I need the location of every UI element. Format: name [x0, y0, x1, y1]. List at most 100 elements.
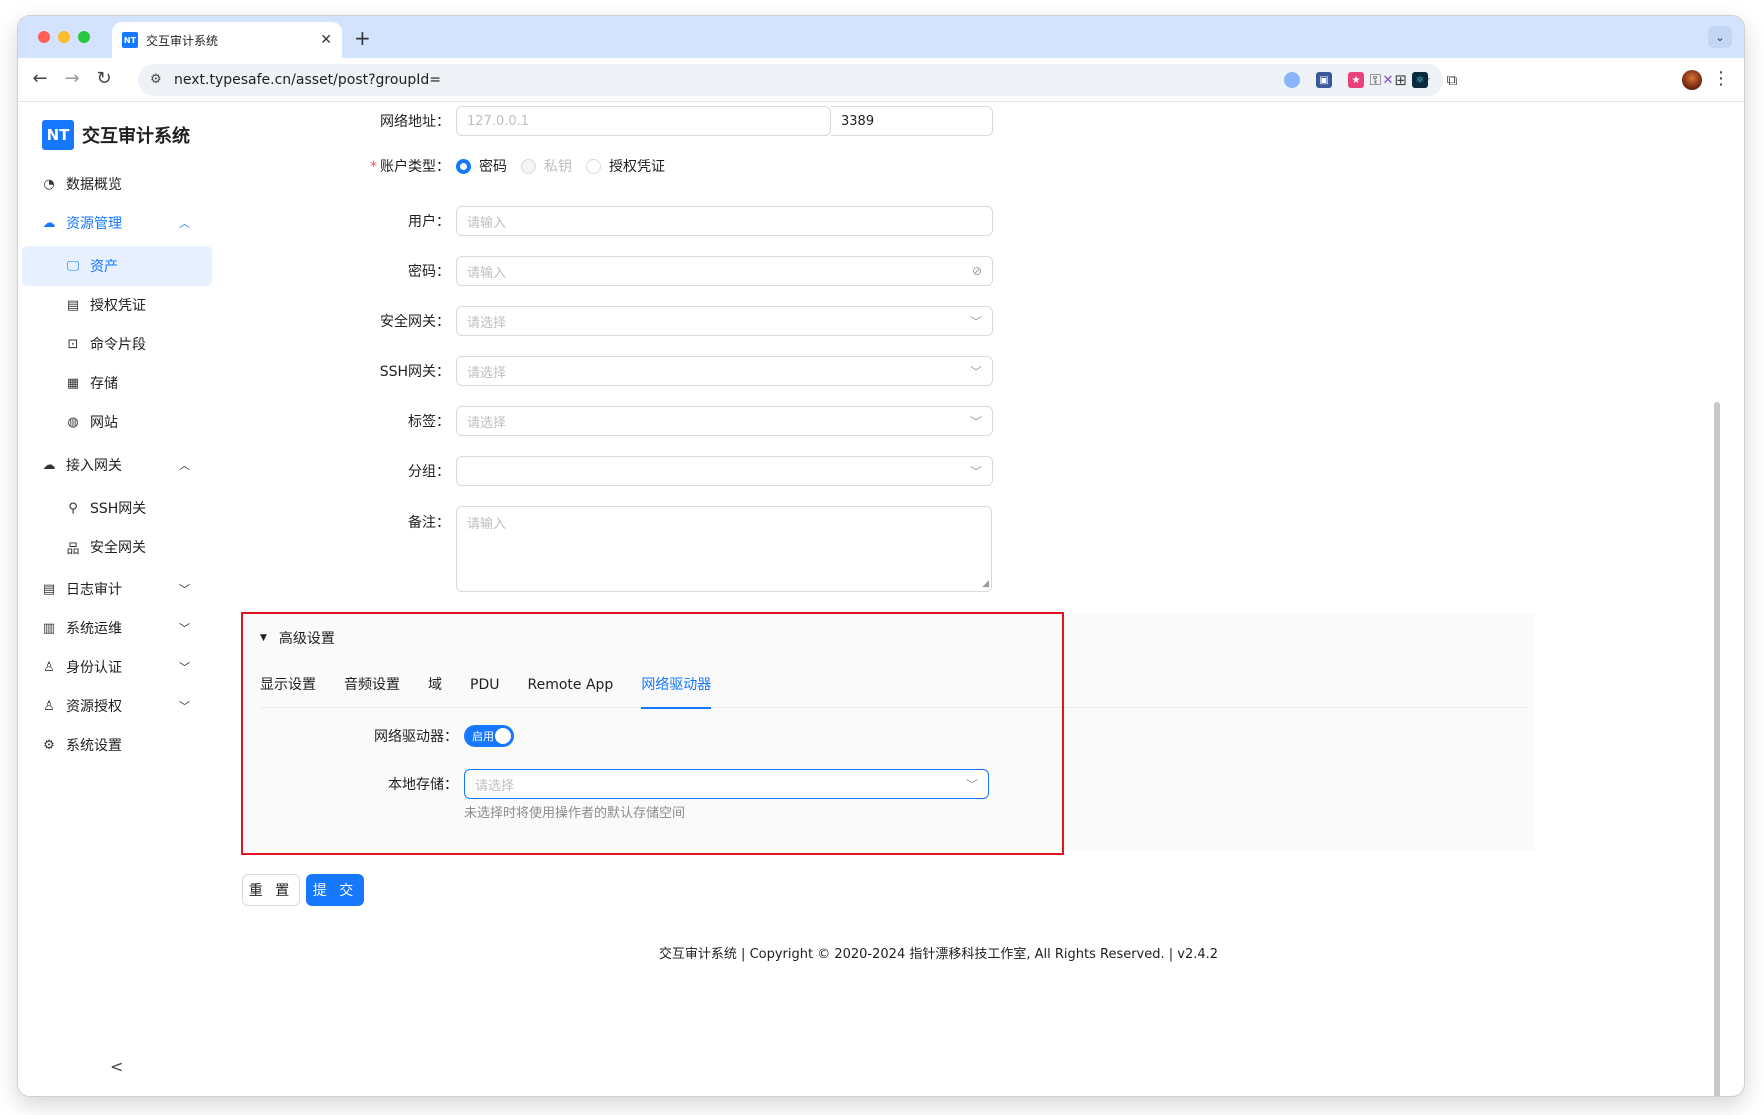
security-gateway-row: 安全网关： 请选择 ﹀ — [216, 306, 993, 336]
radio-unchecked-icon — [586, 158, 601, 174]
extension-circle-icon[interactable] — [1284, 72, 1300, 88]
menu-item-log-audit[interactable]: ▤ 日志审计 ﹀ — [22, 569, 212, 609]
group-label: 分组： — [408, 464, 450, 480]
menu-item-label: 日志审计 — [66, 582, 122, 598]
footer: 交互审计系统 | Copyright © 2020-2024 指针漂移科技工作室… — [658, 947, 1219, 962]
tags-select[interactable]: 请选择 ﹀ — [456, 406, 993, 436]
maximize-window-button[interactable] — [78, 31, 90, 43]
menu-item-label: 资源授权 — [66, 699, 122, 715]
brand-name: 交互审计系统 — [82, 126, 190, 147]
ssh-gateway-label: SSH网关： — [379, 364, 450, 380]
menu-item-label: 安全网关 — [90, 540, 146, 556]
chevron-down-icon: ﹀ — [179, 661, 190, 674]
translate-icon[interactable]: ⊞ — [1394, 71, 1407, 89]
remark-label: 备注： — [408, 515, 450, 531]
menu-item-label: 资产 — [90, 259, 118, 275]
menu-item-authorization[interactable]: ♙ 资源授权 ﹀ — [22, 686, 212, 726]
scrollbar[interactable] — [1714, 402, 1720, 1096]
reset-button[interactable]: 重 置 — [242, 874, 300, 906]
extension-pink-icon[interactable]: ★ — [1348, 72, 1364, 88]
menu-item-security-gateway[interactable]: 品 安全网关 — [22, 527, 212, 567]
menu-item-ops[interactable]: ▥ 系统运维 ﹀ — [22, 608, 212, 648]
browser-menu-icon[interactable]: ⋮ — [1712, 68, 1730, 89]
user-input[interactable]: 请输入 — [456, 206, 993, 236]
eye-invisible-icon[interactable]: ⊘ — [972, 264, 982, 278]
menu-item-label: 网站 — [90, 415, 118, 431]
extension-badge-icon[interactable]: ▣ — [1316, 72, 1332, 88]
menu-item-dashboard[interactable]: ◔ 数据概览 — [22, 164, 212, 204]
tab-strip: NT 交互审计系统 ✕ + ⌄ — [18, 16, 1744, 58]
site-settings-icon[interactable]: ⚙ — [150, 72, 162, 87]
gateway-icon: ☁ — [42, 457, 56, 473]
storage-icon: ▦ — [66, 375, 80, 391]
account-type-radio-group: 密码 私钥 授权凭证 — [456, 156, 679, 176]
reload-icon[interactable]: ↻ — [92, 68, 116, 89]
ssh-gateway-row: SSH网关： 请选择 ﹀ — [216, 356, 993, 386]
tags-label: 标签： — [408, 414, 450, 430]
security-gateway-select[interactable]: 请选择 ﹀ — [456, 306, 993, 336]
chevron-down-icon: ﹀ — [969, 464, 982, 479]
ssh-icon: ⚲ — [68, 500, 78, 516]
browser-toolbar: ← → ↻ ⚙ next.typesafe.cn/asset/post?grou… — [18, 58, 1744, 102]
menu-item-label: 系统设置 — [66, 738, 122, 754]
tab-favicon-icon: NT — [122, 32, 138, 48]
brand: NT 交互审计系统 — [42, 120, 190, 150]
react-devtools-icon[interactable]: ⚛ — [1412, 72, 1428, 88]
address-bar[interactable]: ⚙ next.typesafe.cn/asset/post?groupId= ⚿… — [138, 64, 1443, 96]
port-input[interactable]: 3389 — [831, 106, 993, 136]
chevron-down-icon: ﹀ — [969, 364, 982, 379]
user-icon: ♙ — [43, 698, 55, 714]
chevron-up-icon: ︿ — [179, 217, 190, 230]
menu-item-websites[interactable]: ◍ 网站 — [22, 402, 212, 442]
menu-item-ssh-gateway[interactable]: ⚲ SSH网关 — [22, 488, 212, 528]
host-input[interactable]: 127.0.0.1 — [456, 106, 831, 136]
password-input[interactable]: 请输入 ⊘ — [456, 256, 993, 286]
resize-handle-icon[interactable]: ◢ — [982, 579, 989, 589]
monitor-icon: 🖵 — [66, 258, 80, 274]
ssh-gateway-select[interactable]: 请选择 ﹀ — [456, 356, 993, 386]
radio-private-key: 私钥 — [521, 156, 572, 176]
password-row: 密码： 请输入 ⊘ — [216, 256, 993, 286]
radio-password[interactable]: 密码 — [456, 156, 507, 176]
menu-item-resources[interactable]: ☁ 资源管理 ︿ — [22, 203, 212, 243]
menu-item-label: 身份认证 — [66, 660, 122, 676]
menu-item-label: 系统运维 — [66, 621, 122, 637]
gear-icon: ⚙ — [43, 737, 55, 753]
browser-tab[interactable]: NT 交互审计系统 ✕ — [112, 22, 342, 58]
menu-item-credentials[interactable]: ▤ 授权凭证 — [22, 285, 212, 325]
menu-item-assets[interactable]: 🖵 资产 — [22, 246, 212, 286]
menu-item-identity[interactable]: ♙ 身份认证 ﹀ — [22, 647, 212, 687]
audit-icon: ▤ — [42, 581, 56, 597]
profile-avatar[interactable] — [1682, 70, 1702, 90]
extensions-puzzle-icon[interactable]: ⧉ — [1444, 71, 1460, 89]
submit-button[interactable]: 提 交 — [306, 874, 364, 906]
remark-textarea[interactable]: 请输入 ◢ — [456, 506, 992, 592]
menu-item-label: 接入网关 — [66, 458, 122, 474]
back-icon[interactable]: ← — [28, 68, 52, 89]
menu-item-commands[interactable]: ⊡ 命令片段 — [22, 324, 212, 364]
group-row: 分组： ﹀ — [216, 456, 993, 486]
collapse-sidebar-icon[interactable]: < — [110, 1057, 123, 1076]
new-tab-button[interactable]: + — [354, 26, 371, 50]
globe-icon: ◍ — [67, 414, 79, 430]
password-label: 密码： — [408, 264, 450, 280]
menu-item-storage[interactable]: ▦ 存储 — [22, 363, 212, 403]
highlight-box — [241, 612, 1064, 855]
tab-close-icon[interactable]: ✕ — [320, 32, 332, 48]
forward-icon[interactable]: → — [60, 68, 84, 89]
extension-x-icon[interactable]: ✕ — [1380, 72, 1396, 88]
menu-item-label: 授权凭证 — [90, 298, 146, 314]
minimize-window-button[interactable] — [58, 31, 70, 43]
menu-item-gateways[interactable]: ☁ 接入网关 ︿ — [22, 445, 212, 485]
radio-credential[interactable]: 授权凭证 — [586, 156, 665, 176]
security-gateway-label: 安全网关： — [380, 314, 450, 330]
tab-title: 交互审计系统 — [146, 33, 219, 48]
tab-search-icon[interactable]: ⌄ — [1708, 26, 1732, 48]
sidebar: NT 交互审计系统 ◔ 数据概览 ☁ 资源管理 ︿ 🖵 资产 ▤ 授权凭证 ⊡ … — [18, 102, 216, 1096]
chevron-down-icon: ﹀ — [179, 700, 190, 713]
close-window-button[interactable] — [38, 31, 50, 43]
group-select[interactable]: ﹀ — [456, 456, 993, 486]
menu-item-label: 资源管理 — [66, 216, 122, 232]
menu-item-label: 数据概览 — [66, 177, 122, 193]
menu-item-settings[interactable]: ⚙ 系统设置 — [22, 725, 212, 765]
